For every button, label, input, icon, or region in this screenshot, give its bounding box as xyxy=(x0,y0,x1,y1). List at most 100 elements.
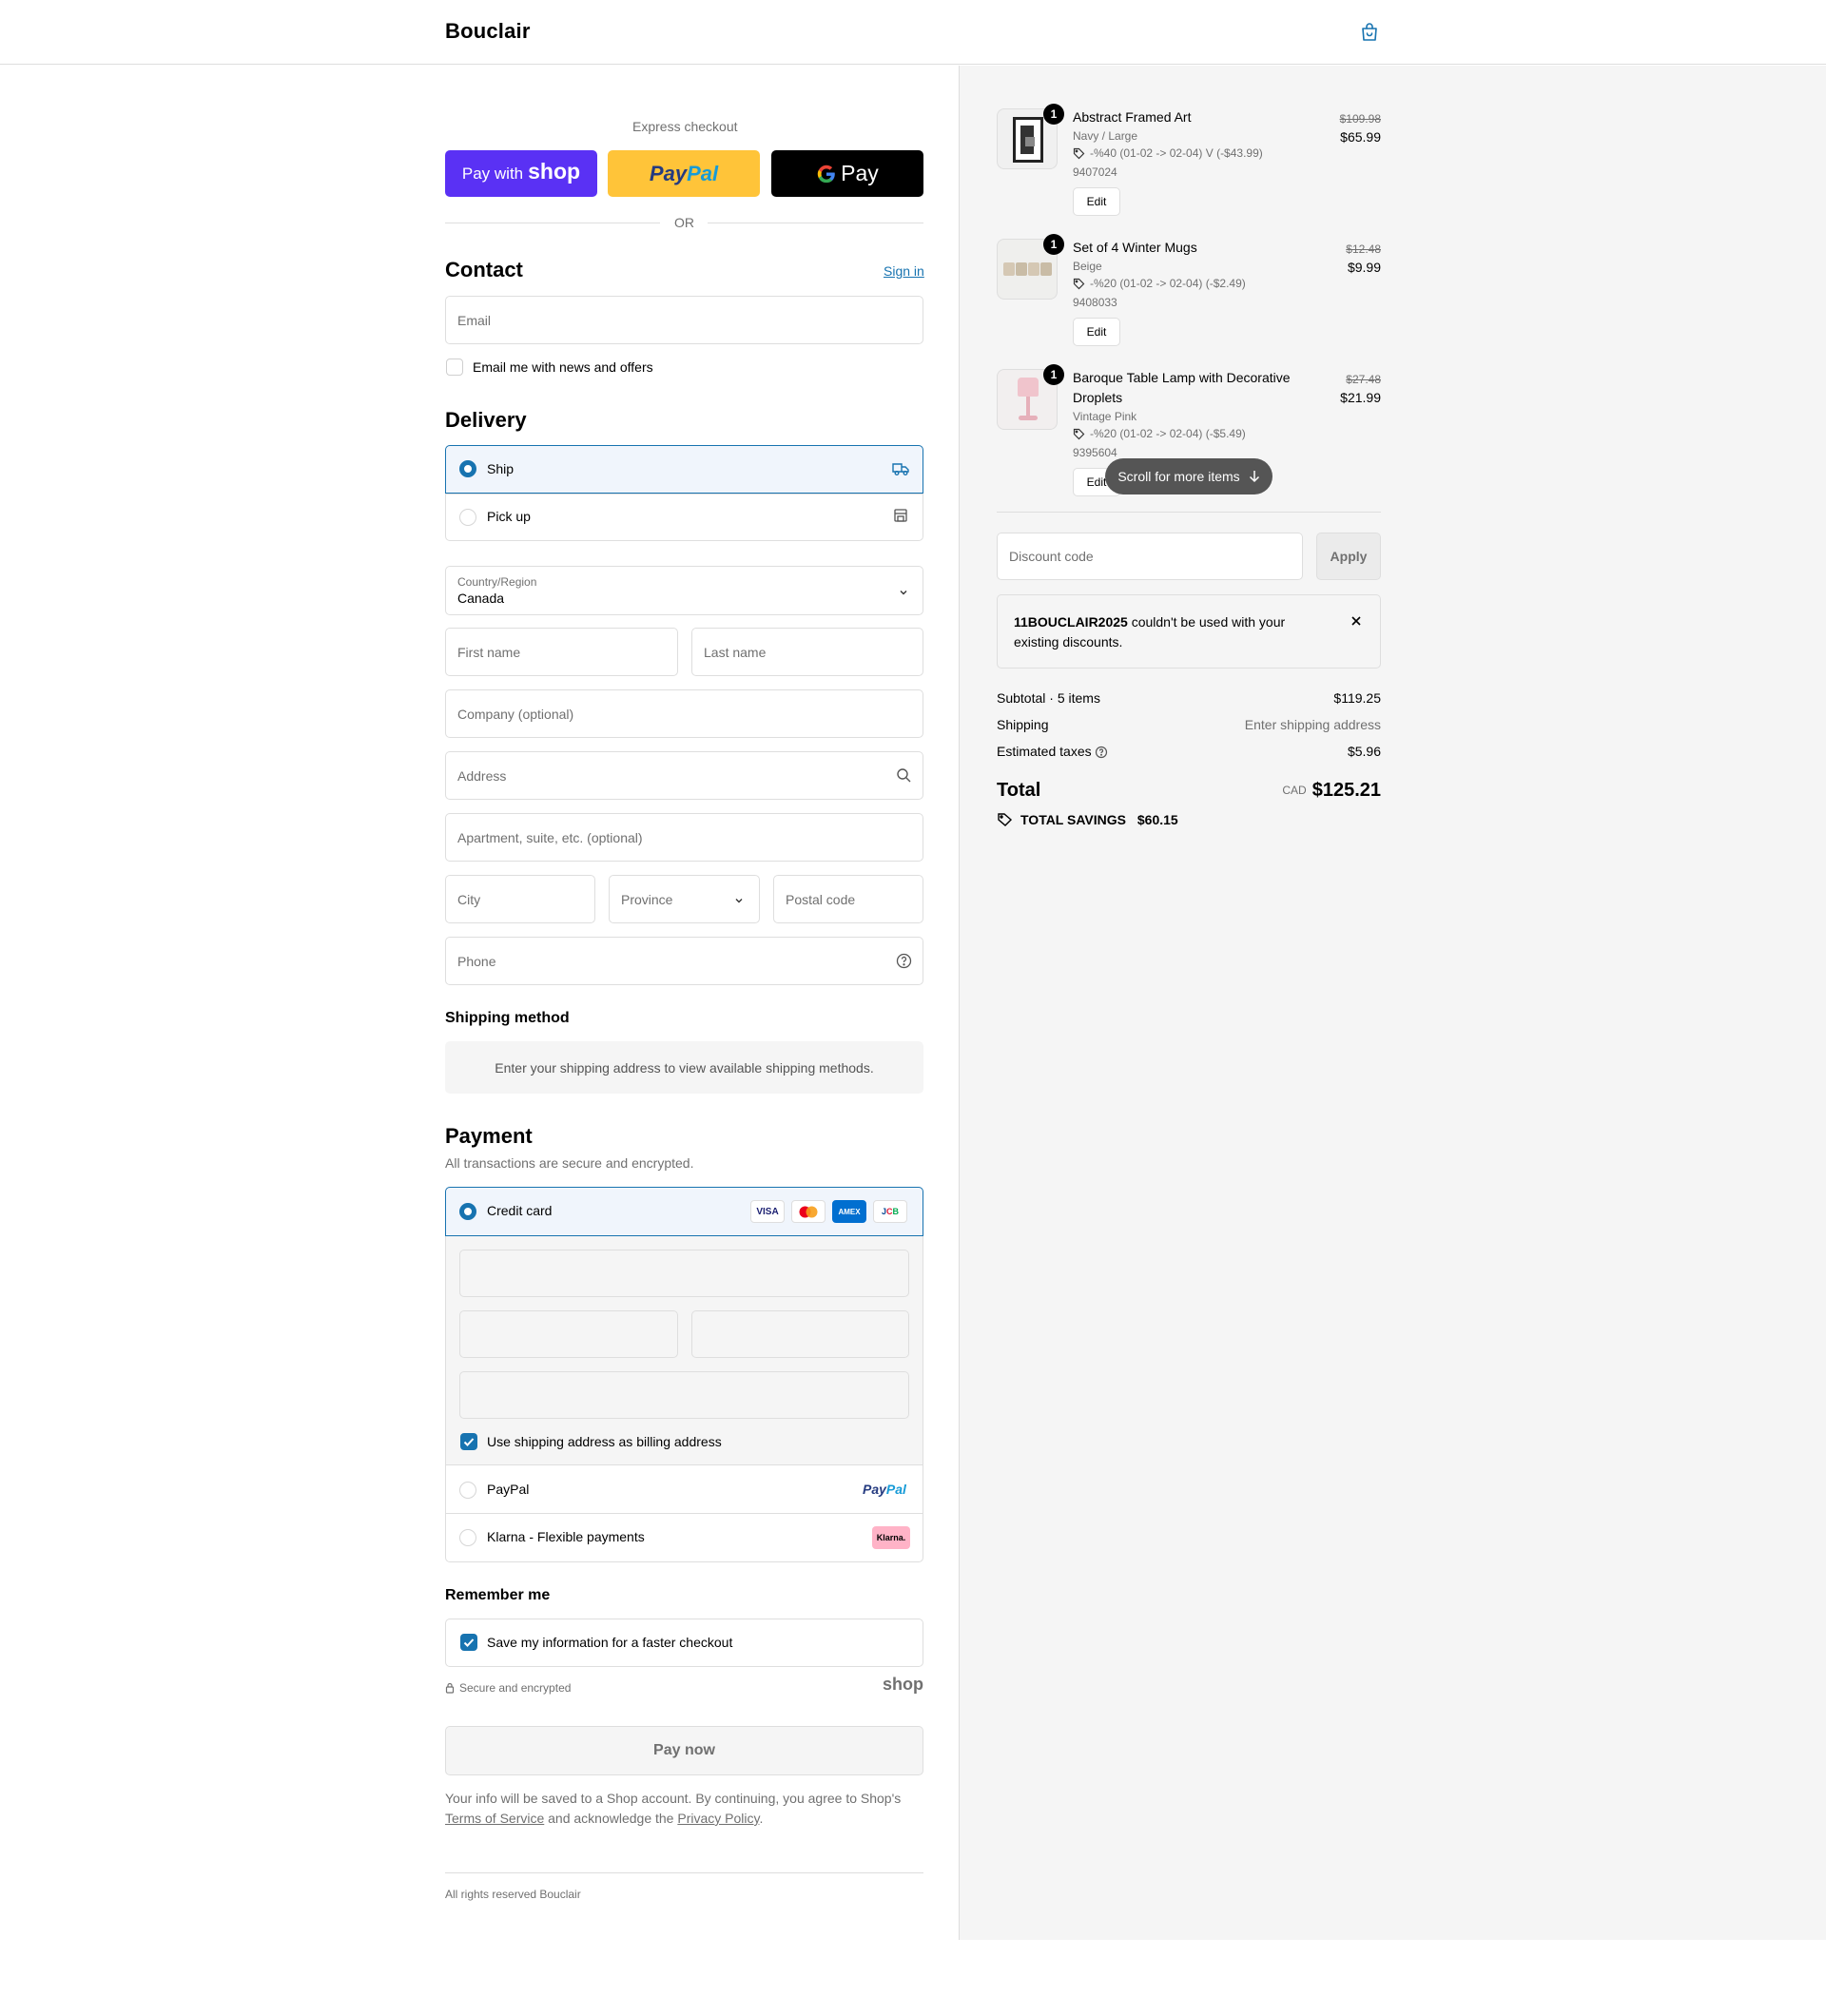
item-title-line1: Baroque Table Lamp with Decorative xyxy=(1073,370,1291,385)
footer-rights: All rights reserved Bouclair xyxy=(445,1888,581,1901)
scroll-for-more-button[interactable]: Scroll for more items xyxy=(1105,458,1272,494)
email-field[interactable]: Email xyxy=(445,296,923,344)
total-amount: CAD $125.21 xyxy=(1282,780,1381,802)
subtotal-value: $119.25 xyxy=(1333,690,1381,706)
edit-item-button[interactable]: Edit xyxy=(1073,318,1120,346)
item-variant: Vintage Pink xyxy=(1073,410,1137,423)
card-name-field[interactable] xyxy=(459,1371,909,1419)
discount-error-text: 11BOUCLAIR2025 couldn't be used with you… xyxy=(1014,612,1299,652)
item-discount: -%20 (01-02 -> 02-04) (-$5.49) xyxy=(1090,427,1246,440)
jcb-icon: JCB xyxy=(873,1200,907,1223)
news-checkbox[interactable] xyxy=(446,359,463,376)
city-field[interactable]: City xyxy=(445,875,595,923)
total-savings-value: $60.15 xyxy=(1136,812,1178,827)
item-quantity-badge: 1 xyxy=(1043,234,1064,255)
item-variant: Beige xyxy=(1073,260,1102,273)
express-checkout-label: Express checkout xyxy=(632,119,738,134)
save-info-label: Save my information for a faster checkou… xyxy=(487,1635,733,1650)
legal-text-c: . xyxy=(759,1811,764,1826)
last-name-field[interactable]: Last name xyxy=(691,628,923,676)
discount-code-placeholder: Discount code xyxy=(1009,549,1094,564)
billing-same-checkbox[interactable] xyxy=(460,1433,477,1450)
shipping-method-message: Enter your shipping address to view avai… xyxy=(445,1041,923,1094)
card-cvv-field[interactable] xyxy=(691,1310,909,1358)
paypal-logo-pay: Pay xyxy=(863,1482,886,1497)
chevron-down-icon xyxy=(900,591,907,595)
google-pay-button[interactable]: Pay xyxy=(771,150,923,197)
apply-discount-button[interactable]: Apply xyxy=(1316,533,1381,580)
paypal-radio[interactable] xyxy=(459,1482,476,1499)
company-placeholder: Company (optional) xyxy=(457,706,574,722)
card-expiry-field[interactable] xyxy=(459,1310,678,1358)
brand-logo[interactable]: Bouclair xyxy=(445,19,531,44)
discount-error-message: couldn't be used with your xyxy=(1127,614,1286,630)
paypal-logo-pal: Pal xyxy=(885,1482,906,1497)
country-select[interactable]: Country/Region Canada xyxy=(445,566,923,615)
delivery-heading: Delivery xyxy=(445,408,527,432)
apartment-field[interactable]: Apartment, suite, etc. (optional) xyxy=(445,813,923,862)
shipping-label: Shipping xyxy=(997,717,1049,732)
sign-in-link[interactable]: Sign in xyxy=(884,263,924,279)
postal-code-field[interactable]: Postal code xyxy=(773,875,923,923)
pay-now-button[interactable]: Pay now xyxy=(445,1726,923,1775)
pickup-radio[interactable] xyxy=(459,509,476,526)
item-discount: -%40 (01-02 -> 02-04) V (-$43.99) xyxy=(1090,146,1263,160)
billing-same-label: Use shipping address as billing address xyxy=(487,1434,722,1449)
address-field[interactable]: Address xyxy=(445,751,923,800)
shop-pay-button[interactable]: Pay with shop xyxy=(445,150,597,197)
shop-logo: shop xyxy=(528,159,581,184)
paypal-logo-pal: Pal xyxy=(687,161,719,185)
first-name-field[interactable]: First name xyxy=(445,628,678,676)
mastercard-icon xyxy=(791,1200,826,1223)
legal-text: Your info will be saved to a Shop accoun… xyxy=(445,1789,923,1829)
ship-option[interactable] xyxy=(445,445,923,494)
search-icon xyxy=(897,768,911,783)
ship-radio[interactable] xyxy=(459,460,476,477)
phone-field[interactable]: Phone xyxy=(445,937,923,985)
payment-heading: Payment xyxy=(445,1124,533,1148)
company-field[interactable]: Company (optional) xyxy=(445,689,923,738)
terms-of-service-link[interactable]: Terms of Service xyxy=(445,1811,544,1826)
total-savings-label: TOTAL SAVINGS xyxy=(1020,812,1126,827)
province-select[interactable]: Province xyxy=(609,875,760,923)
paypal-label: PayPal xyxy=(487,1482,530,1497)
shopping-bag-icon[interactable] xyxy=(1358,21,1381,44)
first-name-placeholder: First name xyxy=(457,644,521,660)
order-summary-panel xyxy=(959,66,1826,1940)
paypal-logo-pay: Pay xyxy=(649,161,688,185)
item-discount: -%20 (01-02 -> 02-04) (-$2.49) xyxy=(1090,277,1246,290)
klarna-logo: Klarna. xyxy=(872,1526,910,1549)
tag-icon xyxy=(1073,428,1085,440)
city-placeholder: City xyxy=(457,891,481,907)
item-quantity-badge: 1 xyxy=(1043,104,1064,125)
address-placeholder: Address xyxy=(457,767,507,784)
discount-code-field[interactable]: Discount code xyxy=(997,533,1303,580)
klarna-radio[interactable] xyxy=(459,1529,476,1546)
province-placeholder: Province xyxy=(621,891,673,907)
edit-item-button[interactable]: Edit xyxy=(1073,187,1120,216)
taxes-value: $5.96 xyxy=(1347,744,1381,759)
paypal-button[interactable]: Pay Pal xyxy=(608,150,760,197)
item-quantity-badge: 1 xyxy=(1043,364,1064,385)
credit-card-radio[interactable] xyxy=(459,1203,476,1220)
lock-icon xyxy=(445,1682,455,1694)
amex-icon: AMEX xyxy=(832,1200,866,1223)
paypal-logo: PayPal xyxy=(863,1482,906,1497)
ship-label: Ship xyxy=(487,461,515,476)
tag-icon xyxy=(1073,147,1085,160)
help-circle-icon[interactable] xyxy=(896,953,912,969)
save-info-checkbox[interactable] xyxy=(460,1634,477,1651)
email-placeholder: Email xyxy=(457,312,492,328)
shop-pay-prefix: Pay with xyxy=(461,164,524,183)
tag-icon xyxy=(998,813,1013,826)
help-circle-icon[interactable] xyxy=(1095,746,1108,759)
item-title-line2: Droplets xyxy=(1073,390,1123,405)
card-number-field[interactable] xyxy=(459,1250,909,1297)
contact-heading: Contact xyxy=(445,258,523,281)
visa-icon: VISA xyxy=(750,1200,785,1223)
item-variant: Navy / Large xyxy=(1073,129,1138,143)
close-icon[interactable] xyxy=(1350,614,1363,628)
privacy-policy-link[interactable]: Privacy Policy xyxy=(677,1811,759,1826)
shipping-method-heading: Shipping method xyxy=(445,1010,570,1026)
news-checkbox-label: Email me with news and offers xyxy=(473,359,653,375)
